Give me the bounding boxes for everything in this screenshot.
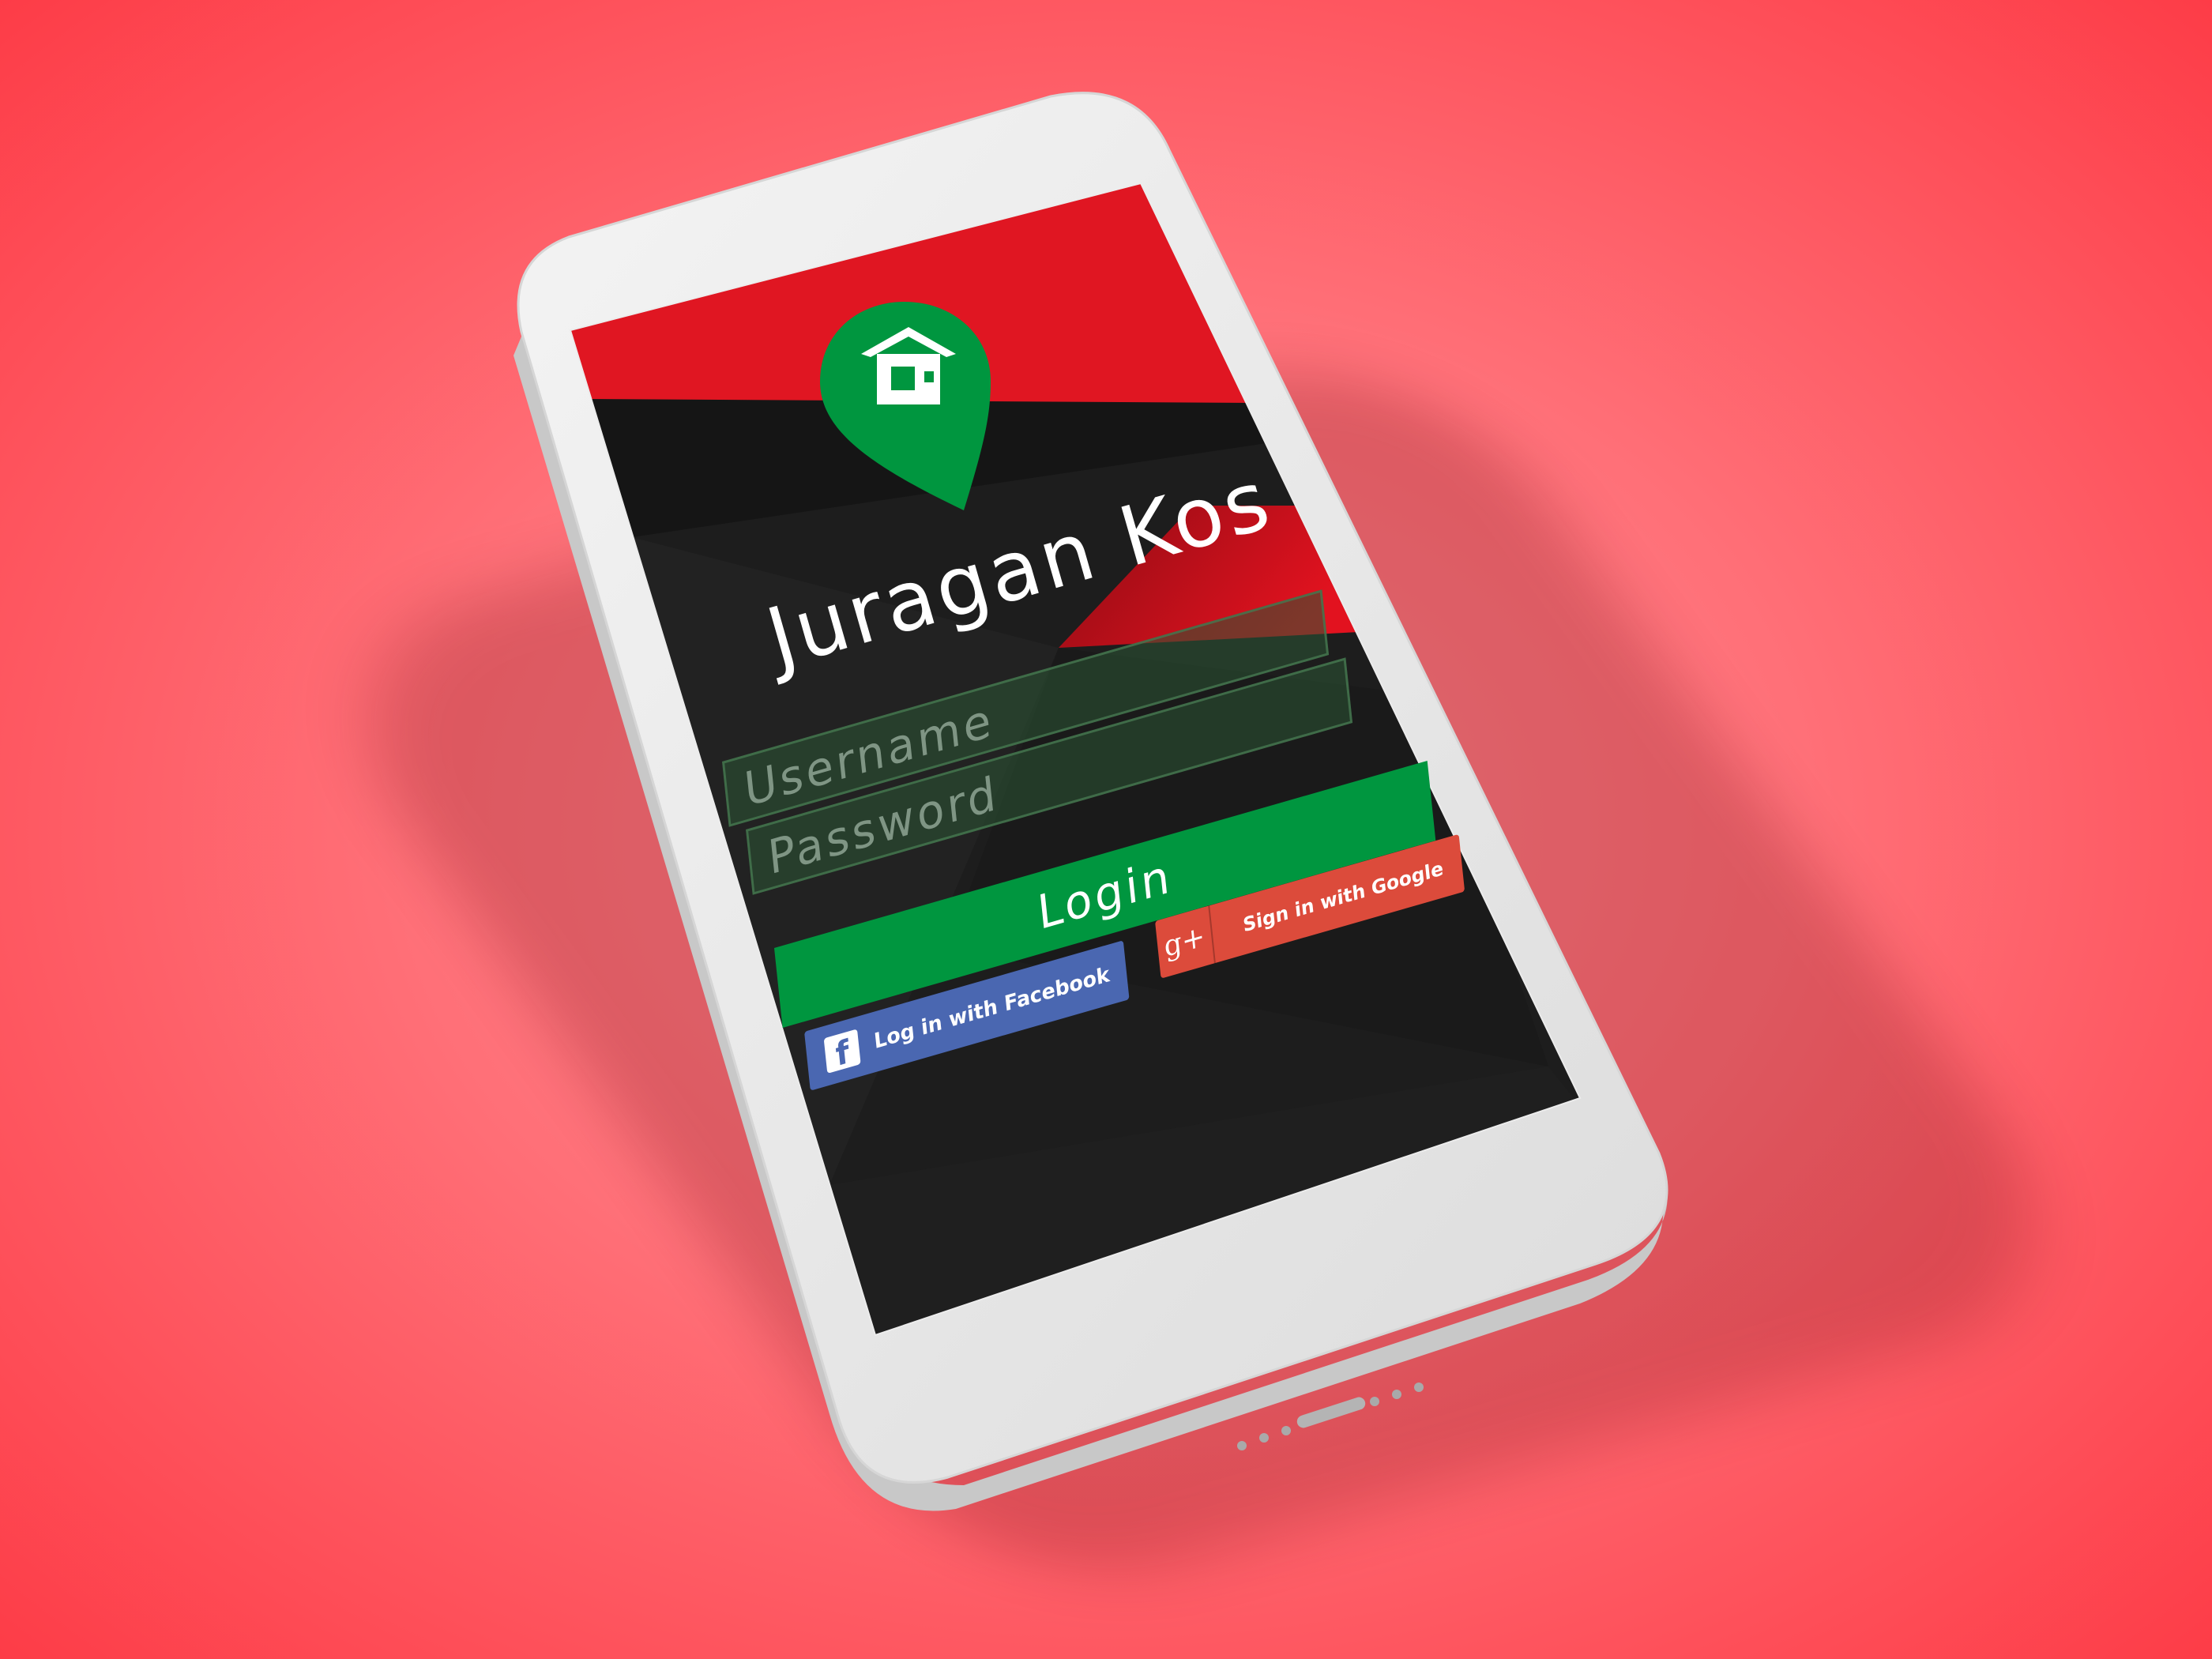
phone-port	[1296, 1397, 1366, 1428]
phone-mockup: Juragan Kos Username Password Login f Lo…	[0, 0, 2212, 1659]
phone-device	[514, 92, 1668, 1511]
facebook-icon: f	[823, 1029, 861, 1074]
app-logo	[820, 302, 991, 510]
